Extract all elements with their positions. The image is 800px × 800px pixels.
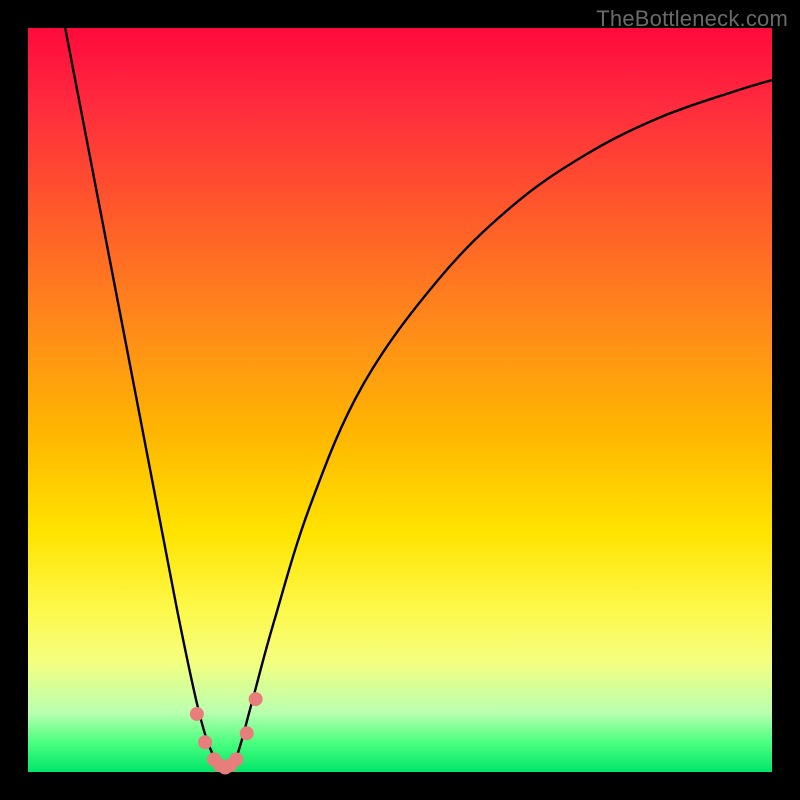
valley-markers [190,692,263,774]
valley-marker [198,735,212,749]
valley-marker [229,752,243,766]
valley-marker [249,692,263,706]
plot-area [28,28,772,772]
valley-marker [240,726,254,740]
chart-frame: TheBottleneck.com [0,0,800,800]
bottleneck-curve [65,28,772,768]
valley-marker [190,707,204,721]
curve-svg [28,28,772,772]
watermark-label: TheBottleneck.com [596,6,788,32]
